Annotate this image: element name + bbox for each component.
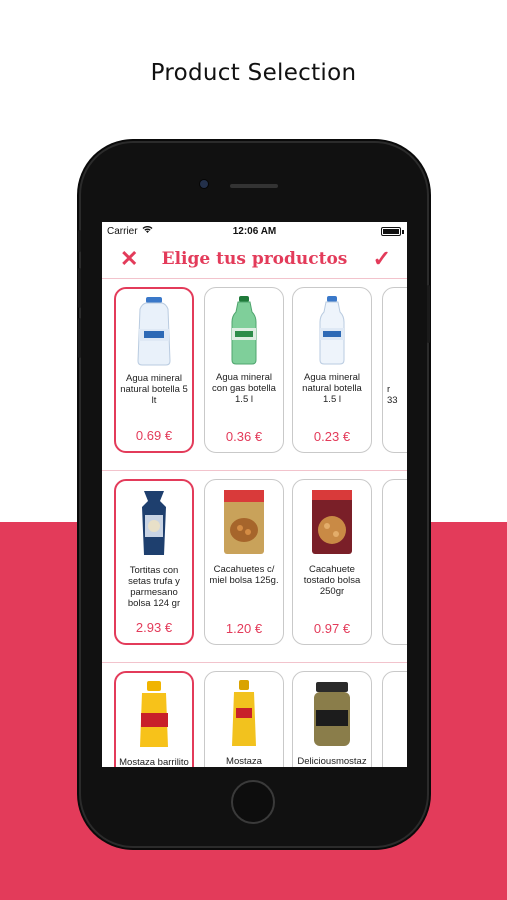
front-camera bbox=[200, 180, 208, 188]
product-card-partial[interactable]: r 33 bbox=[382, 287, 407, 453]
mustard-jar-icon bbox=[314, 682, 350, 746]
product-row: Agua mineral natural botella 5 lt 0.69 €… bbox=[102, 279, 407, 471]
product-grid: Agua mineral natural botella 5 lt 0.69 €… bbox=[102, 279, 407, 767]
product-row: Tortitas con setas trufa y parmesano bol… bbox=[102, 471, 407, 663]
status-bar: Carrier 12:06 AM bbox=[102, 222, 407, 240]
product-price: 1.20 € bbox=[225, 621, 263, 636]
power-button bbox=[427, 285, 430, 343]
confirm-icon[interactable]: ✓ bbox=[373, 246, 391, 272]
earpiece-speaker bbox=[230, 184, 278, 188]
volume-up-button bbox=[78, 268, 81, 308]
product-card[interactable]: Cacahuete tostado bolsa 250gr 0.97 € bbox=[292, 479, 372, 645]
product-name: Tortitas con setas trufa y parmesano bol… bbox=[127, 565, 181, 609]
volume-down-button bbox=[78, 318, 81, 358]
product-name: Agua mineral natural botella 5 lt bbox=[120, 373, 188, 406]
app-screen: Carrier 12:06 AM ✕ Elige tus productos ✓… bbox=[102, 222, 407, 767]
product-price: 0.23 € bbox=[313, 429, 351, 444]
product-card[interactable]: Cacahuetes c/ miel bolsa 125g. 1.20 € bbox=[204, 479, 284, 645]
mute-switch bbox=[78, 230, 81, 252]
product-name: r 33 bbox=[387, 384, 398, 406]
clock: 12:06 AM bbox=[232, 226, 277, 237]
battery-tip bbox=[402, 230, 404, 234]
product-name: Mostaza barrilito bbox=[119, 757, 189, 767]
peanuts-bag-icon bbox=[224, 490, 264, 554]
product-card-partial[interactable] bbox=[382, 479, 407, 645]
page-title: Elige tus productos bbox=[161, 249, 348, 269]
product-card-partial[interactable] bbox=[382, 671, 407, 767]
mustard-bottle-icon bbox=[140, 681, 168, 747]
water-bottle-icon bbox=[319, 296, 345, 365]
home-button bbox=[231, 780, 275, 824]
product-name: Agua mineral con gas botella 1.5 l bbox=[212, 372, 276, 405]
navigation-bar: ✕ Elige tus productos ✓ bbox=[102, 240, 407, 279]
promo-title: Product Selection bbox=[150, 60, 357, 86]
product-card[interactable]: Agua mineral con gas botella 1.5 l 0.36 … bbox=[204, 287, 284, 453]
product-card[interactable]: Deliciousmostaz bbox=[292, 671, 372, 767]
product-card[interactable]: Agua mineral natural botella 5 lt 0.69 € bbox=[114, 287, 194, 453]
battery-icon bbox=[381, 227, 401, 236]
product-price: 0.36 € bbox=[225, 429, 263, 444]
product-price: 2.93 € bbox=[135, 620, 173, 635]
product-price: 0.69 € bbox=[135, 428, 173, 443]
product-name: Agua mineral natural botella 1.5 l bbox=[302, 372, 362, 405]
product-name: Cacahuete tostado bolsa 250gr bbox=[303, 564, 361, 597]
roasted-peanuts-bag-icon bbox=[312, 490, 352, 554]
product-price: 0.97 € bbox=[313, 621, 351, 636]
product-card[interactable]: Mostaza barrilito bbox=[114, 671, 194, 767]
product-card[interactable]: Agua mineral natural botella 1.5 l 0.23 … bbox=[292, 287, 372, 453]
sparkling-water-bottle-icon bbox=[231, 296, 257, 365]
water-bottle-icon bbox=[137, 297, 171, 366]
product-card[interactable]: Mostaza bbox=[204, 671, 284, 767]
product-card[interactable]: Tortitas con setas trufa y parmesano bol… bbox=[114, 479, 194, 645]
product-name: Mostaza bbox=[226, 756, 262, 767]
product-row: Mostaza barrilito Mostaza Deliciousmosta… bbox=[102, 663, 407, 767]
mustard-bottle-icon bbox=[232, 680, 256, 746]
rice-cakes-bag-icon bbox=[142, 491, 166, 555]
product-name: Deliciousmostaz bbox=[297, 756, 367, 767]
product-name: Cacahuetes c/ miel bolsa 125g. bbox=[209, 564, 279, 586]
